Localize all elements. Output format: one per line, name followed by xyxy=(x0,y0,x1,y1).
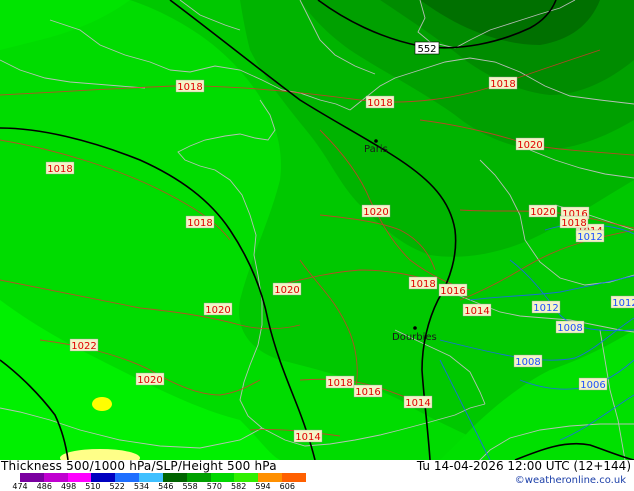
thickness-color-legend xyxy=(20,473,306,482)
pressure-label: 1020 xyxy=(272,282,302,296)
pressure-label: 1022 xyxy=(69,338,99,352)
pressure-label-text: 1020 xyxy=(205,305,230,316)
svg-text:Paris: Paris xyxy=(364,144,388,155)
pressure-label-text: 1008 xyxy=(557,323,582,334)
pressure-label: 1018 xyxy=(45,161,75,175)
legend-swatch xyxy=(210,473,235,482)
pressure-label: 1018 xyxy=(559,215,589,229)
weather-map: 552 1018 1018 1018 1018 1018 1020 1020 1020 1020… xyxy=(0,0,634,460)
pressure-label: 1008 xyxy=(555,320,585,334)
pressure-label: 1016 xyxy=(353,384,383,398)
legend-swatch xyxy=(91,473,116,482)
pressure-label-text: 1018 xyxy=(327,378,352,389)
pressure-label-text: 1018 xyxy=(410,279,435,290)
pressure-label-text: 1012 xyxy=(577,232,602,243)
pressure-label-text: 1020 xyxy=(137,375,162,386)
pressure-label: 1014 xyxy=(293,429,323,443)
map-title: Thickness 500/1000 hPa/SLP/Height 500 hP… xyxy=(1,459,277,473)
pressure-label: 1006 xyxy=(578,377,608,391)
legend-swatch xyxy=(139,473,163,482)
pressure-label: 1014 xyxy=(462,303,492,317)
pressure-label-text: 1020 xyxy=(517,140,542,151)
pressure-label-text: 1018 xyxy=(47,164,72,175)
pressure-label: 1020 xyxy=(203,302,233,316)
height-label-552: 552 xyxy=(414,41,440,55)
valid-time: Tu 14-04-2026 12:00 UTC (12+144) xyxy=(416,459,631,473)
legend-swatch xyxy=(234,473,259,482)
pressure-label: 1016 xyxy=(438,283,468,297)
legend-swatch xyxy=(20,473,44,482)
legend-swatch xyxy=(67,473,92,482)
warm-pocket xyxy=(92,397,112,411)
pressure-label-text: 1016 xyxy=(440,286,465,297)
pressure-label: 1020 xyxy=(528,204,558,218)
city-dot xyxy=(374,139,378,143)
pressure-label: 1018 xyxy=(365,95,395,109)
legend-swatch xyxy=(282,473,306,482)
city-dot xyxy=(413,326,417,330)
pressure-label: 1014 xyxy=(403,395,433,409)
pressure-label-text: 1018 xyxy=(177,82,202,93)
pressure-label-text: 1014 xyxy=(295,432,320,443)
pressure-label-text: 1012 xyxy=(612,298,634,309)
pressure-label-text: 1014 xyxy=(405,398,430,409)
pressure-label: 1018 xyxy=(325,375,355,389)
legend-swatch xyxy=(258,473,283,482)
pressure-label-text: 1022 xyxy=(71,341,96,352)
pressure-label: 1020 xyxy=(515,137,545,151)
pressure-label-text: 1016 xyxy=(355,387,380,398)
pressure-label-text: 1018 xyxy=(187,218,212,229)
pressure-label: 1008 xyxy=(513,354,543,368)
pressure-label: 1012 xyxy=(610,295,634,309)
pressure-label-text: 1020 xyxy=(530,207,555,218)
map-footer: Thickness 500/1000 hPa/SLP/Height 500 hP… xyxy=(0,459,634,491)
legend-swatch xyxy=(43,473,68,482)
pressure-label-text: 1018 xyxy=(367,98,392,109)
svg-text:552: 552 xyxy=(417,44,436,55)
pressure-label: 1012 xyxy=(531,300,561,314)
pressure-label: 1018 xyxy=(408,276,438,290)
svg-text:Dourbies: Dourbies xyxy=(392,332,437,343)
pressure-label-text: 1012 xyxy=(533,303,558,314)
legend-swatch xyxy=(186,473,211,482)
pressure-label: 1018 xyxy=(175,79,205,93)
credit-link[interactable]: ©weatheronline.co.uk xyxy=(515,475,626,486)
pressure-label: 1020 xyxy=(135,372,165,386)
pressure-label-text: 1020 xyxy=(363,207,388,218)
pressure-label: 1012 xyxy=(575,229,605,243)
pressure-label: 1020 xyxy=(361,204,391,218)
pressure-label-text: 1018 xyxy=(490,79,515,90)
pressure-label-text: 1014 xyxy=(464,306,489,317)
legend-swatch xyxy=(115,473,140,482)
pressure-label-text: 1008 xyxy=(515,357,540,368)
legend-swatch xyxy=(162,473,187,482)
pressure-label-text: 1006 xyxy=(580,380,605,391)
pressure-label-text: 1018 xyxy=(561,218,586,229)
pressure-label-text: 1020 xyxy=(274,285,299,296)
pressure-label: 1018 xyxy=(488,76,518,90)
pressure-label: 1018 xyxy=(185,215,215,229)
